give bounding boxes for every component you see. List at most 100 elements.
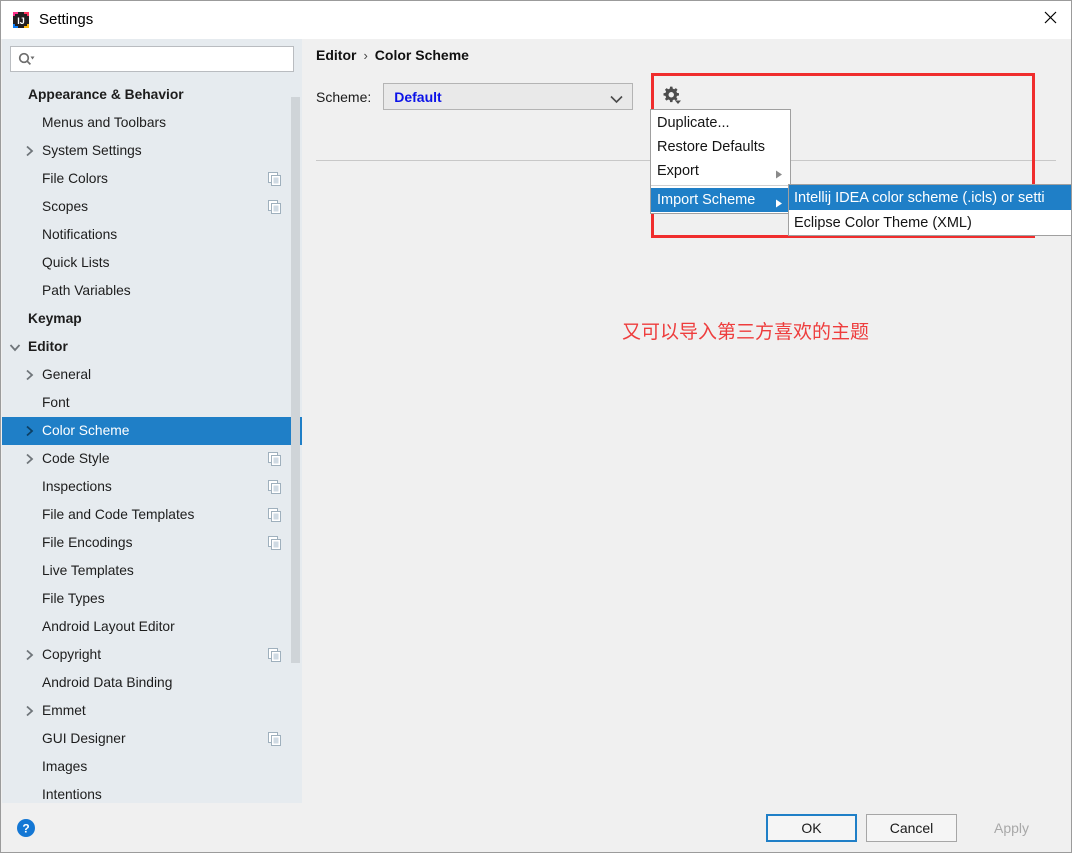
sidebar-item-android-data-binding[interactable]: Android Data Binding [2,669,302,697]
sidebar-item-label: System Settings [42,143,142,158]
sidebar-item-menus-and-toolbars[interactable]: Menus and Toolbars [2,109,302,137]
sidebar-item-label: Appearance & Behavior [28,87,184,102]
copy-icon[interactable] [268,648,282,662]
sidebar-item-label: General [42,367,92,382]
copy-icon[interactable] [268,172,282,186]
apply-button[interactable]: Apply [963,814,1060,842]
sidebar-item-path-variables[interactable]: Path Variables [2,277,302,305]
sidebar-item-label: Font [42,395,70,410]
copy-icon[interactable] [268,536,282,550]
scheme-combobox-value: Default [394,88,442,105]
sidebar-item-label: File Encodings [42,535,133,550]
sidebar-item-font[interactable]: Font [2,389,302,417]
menu-item-export[interactable]: Export [651,159,790,183]
ok-button[interactable]: OK [766,814,857,842]
copy-icon[interactable] [268,200,282,214]
sidebar-item-label: Inspections [42,479,112,494]
sidebar-item-inspections[interactable]: Inspections [2,473,302,501]
copy-icon[interactable] [268,452,282,466]
chevron-right-icon [22,705,36,717]
chevron-right-icon [22,649,36,661]
intellij-idea-logo-icon: IJ [11,10,31,30]
sidebar-item-file-colors[interactable]: File Colors [2,165,302,193]
scheme-row: Scheme: Default [316,83,634,110]
sidebar-item-file-encodings[interactable]: File Encodings [2,529,302,557]
menu-item-label: Export [657,163,699,179]
sidebar-item-label: Intentions [42,787,102,802]
sidebar-item-appearance-behavior[interactable]: Appearance & Behavior [2,81,302,109]
sidebar-item-label: Images [42,759,88,774]
sidebar-item-label: Scopes [42,199,89,214]
sidebar-item-code-style[interactable]: Code Style [2,445,302,473]
sidebar-item-gui-designer[interactable]: GUI Designer [2,725,302,753]
menu-item-restore-defaults[interactable]: Restore Defaults [651,135,790,159]
sidebar-item-color-scheme[interactable]: Color Scheme [2,417,302,445]
menu-item-import-scheme[interactable]: Import Scheme [651,188,790,212]
sidebar-item-label: Live Templates [42,563,134,578]
settings-tree: Appearance & Behavior Menus and Toolbars S… [2,81,302,805]
help-icon[interactable]: ? [16,818,36,838]
svg-text:?: ? [22,822,29,836]
chevron-right-icon [22,369,36,381]
search-input[interactable] [35,51,293,67]
chevron-right-icon [22,425,36,437]
settings-dialog: IJ Settings Appearance & Behavior Menus a… [0,0,1072,853]
cancel-button[interactable]: Cancel [866,814,957,842]
sidebar-scrollbar[interactable] [291,97,300,663]
window-title: Settings [39,11,94,28]
sidebar-item-intentions[interactable]: Intentions [2,781,302,805]
sidebar-item-file-and-code-templates[interactable]: File and Code Templates [2,501,302,529]
menu-item-label: Import Scheme [657,192,756,208]
sidebar-item-label: Copyright [42,647,102,662]
copy-icon[interactable] [268,732,282,746]
menu-separator [651,185,790,186]
breadcrumb-separator: › [363,47,368,63]
sidebar-item-notifications[interactable]: Notifications [2,221,302,249]
close-icon[interactable] [1027,1,1071,33]
breadcrumb-current: Color Scheme [374,47,469,63]
chevron-down-icon [8,343,22,352]
gear-popup-menu: Duplicate... Restore Defaults Export Imp… [650,109,791,214]
submenu-item-label: Eclipse Color Theme (XML) [794,214,972,231]
submenu-item-label: Intellij IDEA color scheme (.icls) or se… [794,189,1045,206]
sidebar-item-label: Path Variables [42,283,131,298]
submenu-arrow-icon [775,196,783,212]
submenu-item-eclipse-xml[interactable]: Eclipse Color Theme (XML) [789,210,1071,235]
breadcrumb-root[interactable]: Editor [316,47,356,63]
sidebar-item-android-layout-editor[interactable]: Android Layout Editor [2,613,302,641]
sidebar-item-scopes[interactable]: Scopes [2,193,302,221]
breadcrumb: Editor › Color Scheme [316,47,469,63]
sidebar-item-label: File and Code Templates [42,507,195,522]
sidebar-item-general[interactable]: General [2,361,302,389]
sidebar-item-label: Color Scheme [42,423,130,438]
chevron-down-icon [610,92,623,107]
sidebar-item-images[interactable]: Images [2,753,302,781]
sidebar-item-quick-lists[interactable]: Quick Lists [2,249,302,277]
sidebar-item-system-settings[interactable]: System Settings [2,137,302,165]
sidebar-item-editor[interactable]: Editor [2,333,302,361]
settings-sidebar: Appearance & Behavior Menus and Toolbars S… [2,39,302,805]
footer-divider [2,803,1071,804]
sidebar-item-keymap[interactable]: Keymap [2,305,302,333]
sidebar-item-file-types[interactable]: File Types [2,585,302,613]
copy-icon[interactable] [268,480,282,494]
sidebar-item-label: File Colors [42,171,108,186]
menu-item-duplicate[interactable]: Duplicate... [651,111,790,135]
sidebar-item-label: Keymap [28,311,82,326]
menu-item-label: Duplicate... [657,115,730,131]
copy-icon[interactable] [268,508,282,522]
chevron-right-icon [22,453,36,465]
gear-icon[interactable] [658,84,684,106]
search-field[interactable] [10,46,294,72]
sidebar-item-label: File Types [42,591,105,606]
sidebar-item-label: Menus and Toolbars [42,115,166,130]
submenu-item-intellij-icls[interactable]: Intellij IDEA color scheme (.icls) or se… [789,185,1071,210]
sidebar-item-label: Android Layout Editor [42,619,175,634]
import-scheme-submenu: Intellij IDEA color scheme (.icls) or se… [788,184,1071,236]
sidebar-item-emmet[interactable]: Emmet [2,697,302,725]
sidebar-item-live-templates[interactable]: Live Templates [2,557,302,585]
sidebar-item-copyright[interactable]: Copyright [2,641,302,669]
scheme-combobox[interactable]: Default [383,83,634,110]
sidebar-item-label: Quick Lists [42,255,110,270]
dialog-footer: ? OK Cancel Apply [2,803,1071,851]
